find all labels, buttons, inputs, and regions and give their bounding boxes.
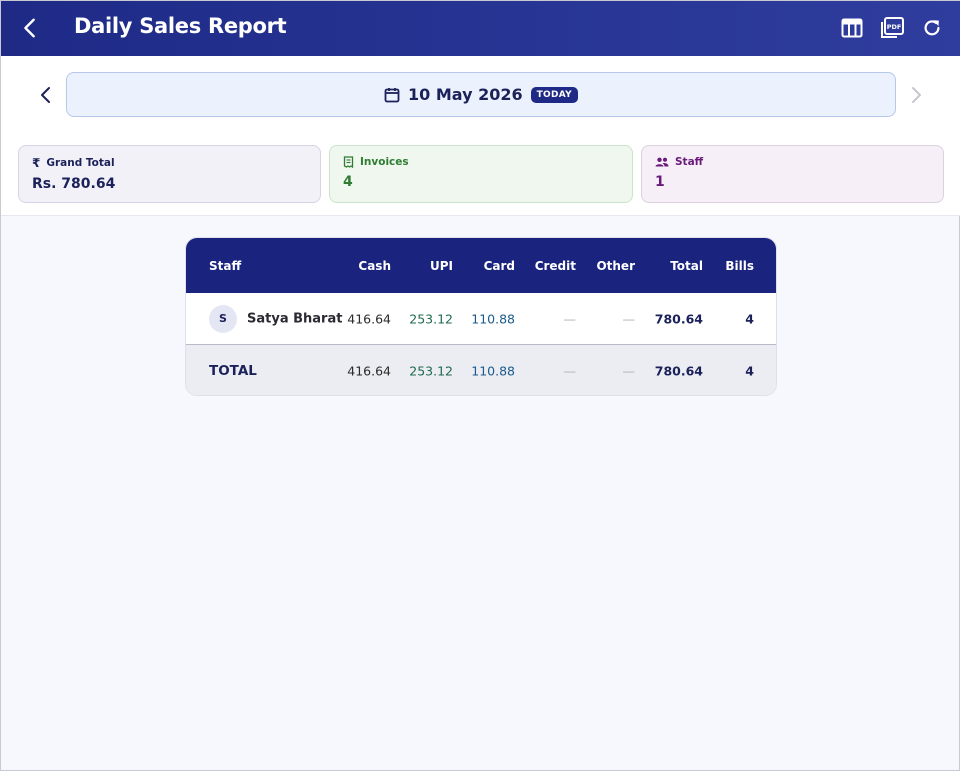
staff-value: 1	[655, 174, 665, 190]
table-view-button[interactable]	[839, 15, 865, 41]
total-cash-value: 416.64	[347, 363, 391, 378]
totals-row: TOTAL 416.64 253.12 110.88 — — 780.64 4	[186, 345, 776, 395]
selected-date: 10 May 2026	[408, 85, 523, 104]
invoices-label: Invoices	[360, 156, 409, 168]
header-bills: Bills	[725, 258, 754, 273]
refresh-button[interactable]	[919, 15, 945, 41]
table-row[interactable]: S Satya Bharat 416.64 253.12 110.88 — — …	[186, 293, 776, 345]
chevron-left-icon	[41, 87, 50, 103]
avatar: S	[209, 304, 237, 333]
upi-value: 253.12	[409, 311, 453, 326]
staff-label: Staff	[675, 156, 704, 168]
credit-value: —	[563, 311, 577, 326]
total-credit-value: —	[563, 363, 577, 378]
header-total: Total	[670, 258, 703, 273]
people-icon	[655, 157, 669, 167]
header-credit: Credit	[534, 258, 576, 273]
header-cash: Cash	[358, 258, 391, 273]
invoices-value: 4	[343, 174, 353, 190]
total-card-value: 110.88	[471, 363, 515, 378]
grand-total-card: ₹ Grand Total Rs. 780.64	[18, 145, 321, 203]
back-button[interactable]	[15, 13, 45, 43]
total-other-value: —	[622, 363, 636, 378]
today-badge: TODAY	[530, 86, 578, 103]
header-staff: Staff	[209, 258, 242, 273]
refresh-icon	[924, 20, 940, 36]
svg-text:PDF: PDF	[887, 23, 902, 31]
cash-value: 416.64	[347, 311, 391, 326]
total-upi-value: 253.12	[409, 363, 453, 378]
chevron-right-icon	[912, 87, 921, 103]
total-bills-value: 4	[745, 363, 754, 378]
pdf-icon: PDF	[881, 17, 904, 38]
total-total-value: 780.64	[654, 363, 703, 378]
arrow-back-icon	[24, 18, 35, 38]
header-upi: UPI	[429, 258, 453, 273]
card-value: 110.88	[471, 311, 515, 326]
staff-card: Staff 1	[641, 145, 944, 203]
totals-label: TOTAL	[209, 362, 257, 379]
previous-day-button[interactable]	[34, 83, 58, 107]
staff-name: Satya Bharat	[247, 311, 343, 326]
receipt-icon	[343, 156, 354, 168]
grand-total-value: Rs. 780.64	[32, 176, 116, 192]
total-value: 780.64	[654, 311, 703, 326]
next-day-button[interactable]	[904, 83, 928, 107]
invoices-card: Invoices 4	[329, 145, 633, 203]
table-view-icon	[841, 18, 863, 38]
bills-value: 4	[745, 311, 754, 326]
table-header: Staff Cash UPI Card Credit Other Total B…	[186, 238, 776, 293]
grand-total-label: Grand Total	[46, 157, 115, 169]
app-bar: Daily Sales Report PDF	[1, 1, 960, 56]
staff-sales-table: Staff Cash UPI Card Credit Other Total B…	[185, 237, 777, 396]
header-other: Other	[596, 258, 635, 273]
page-title: Daily Sales Report	[74, 14, 287, 38]
date-selector[interactable]: 10 May 2026 TODAY	[66, 72, 896, 117]
calendar-icon	[384, 87, 400, 102]
other-value: —	[622, 311, 636, 326]
rupee-icon: ₹	[32, 156, 41, 170]
header-card: Card	[483, 258, 515, 273]
pdf-button[interactable]: PDF	[879, 15, 905, 41]
